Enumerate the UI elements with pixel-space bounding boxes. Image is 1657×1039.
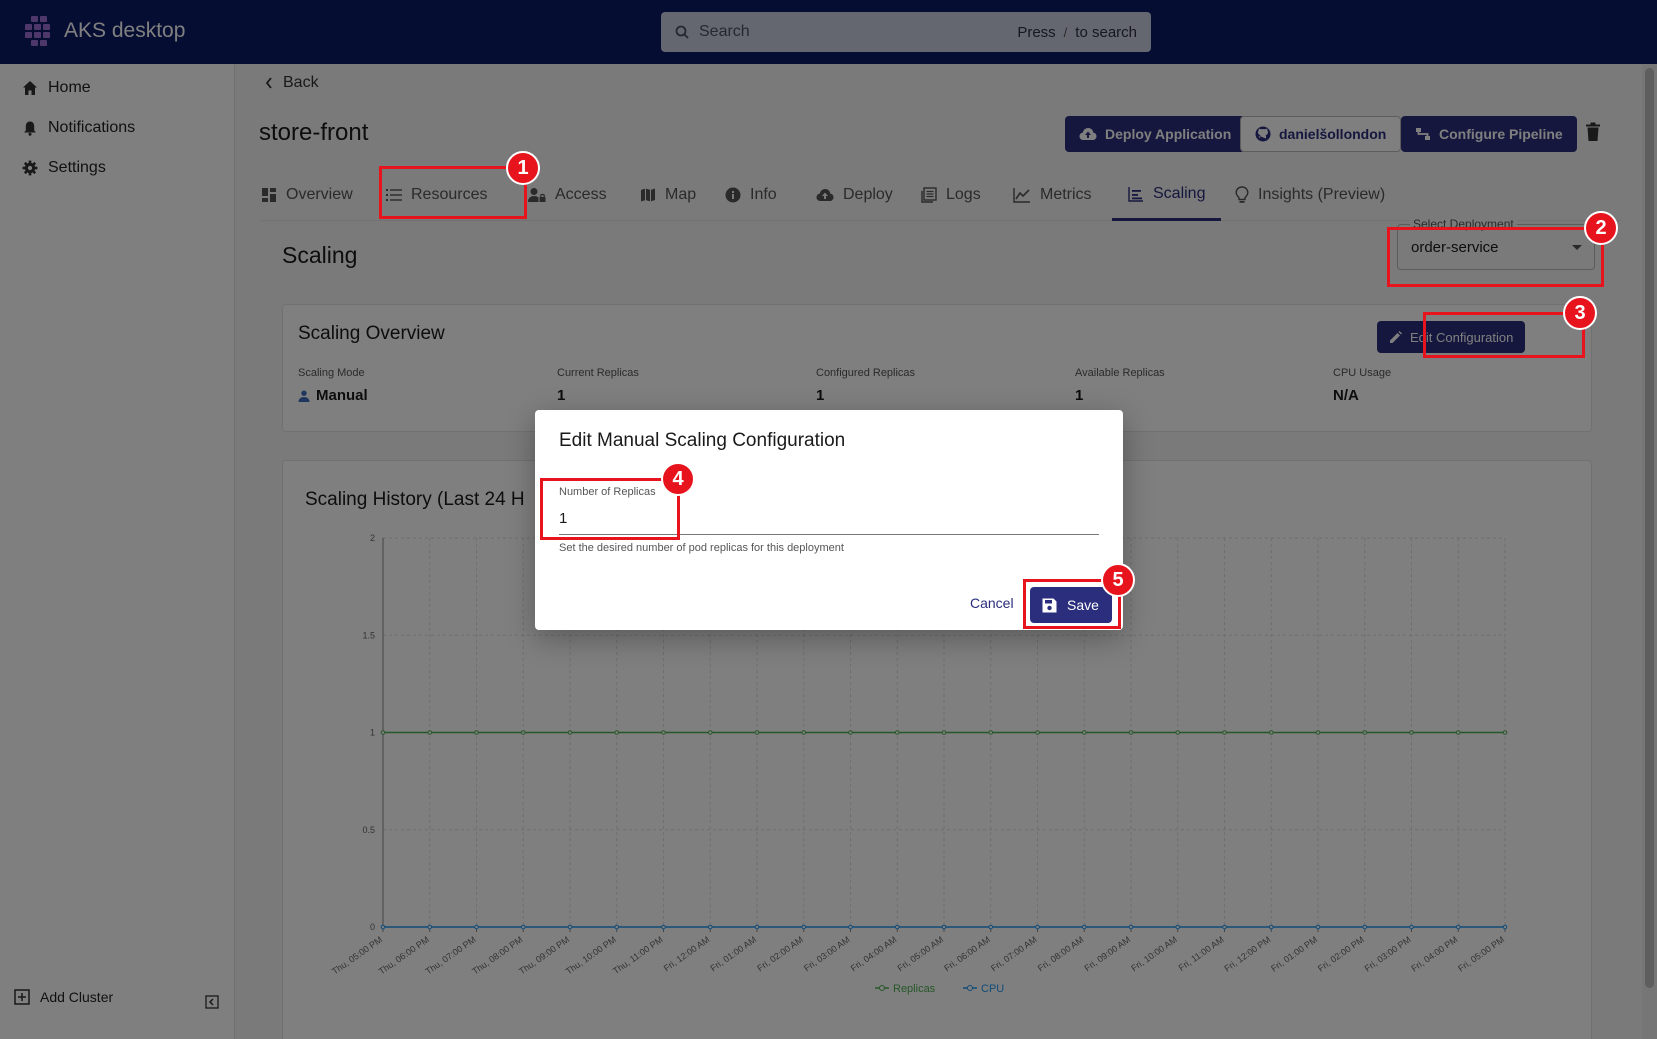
callout-badge: 2 <box>1584 211 1618 245</box>
callout-highlight-select-deployment <box>1387 227 1604 287</box>
callout-highlight-replicas-field <box>540 478 680 540</box>
cancel-button[interactable]: Cancel <box>970 595 1014 611</box>
callout-highlight-resources-tab <box>379 166 527 219</box>
callout-highlight-edit-configuration <box>1423 312 1585 358</box>
replicas-helper-text: Set the desired number of pod replicas f… <box>559 542 844 554</box>
callout-badge: 3 <box>1563 296 1597 330</box>
dialog-title: Edit Manual Scaling Configuration <box>559 430 846 451</box>
callout-badge: 4 <box>661 462 695 496</box>
callout-badge: 1 <box>506 151 540 185</box>
callout-badge: 5 <box>1101 563 1135 597</box>
